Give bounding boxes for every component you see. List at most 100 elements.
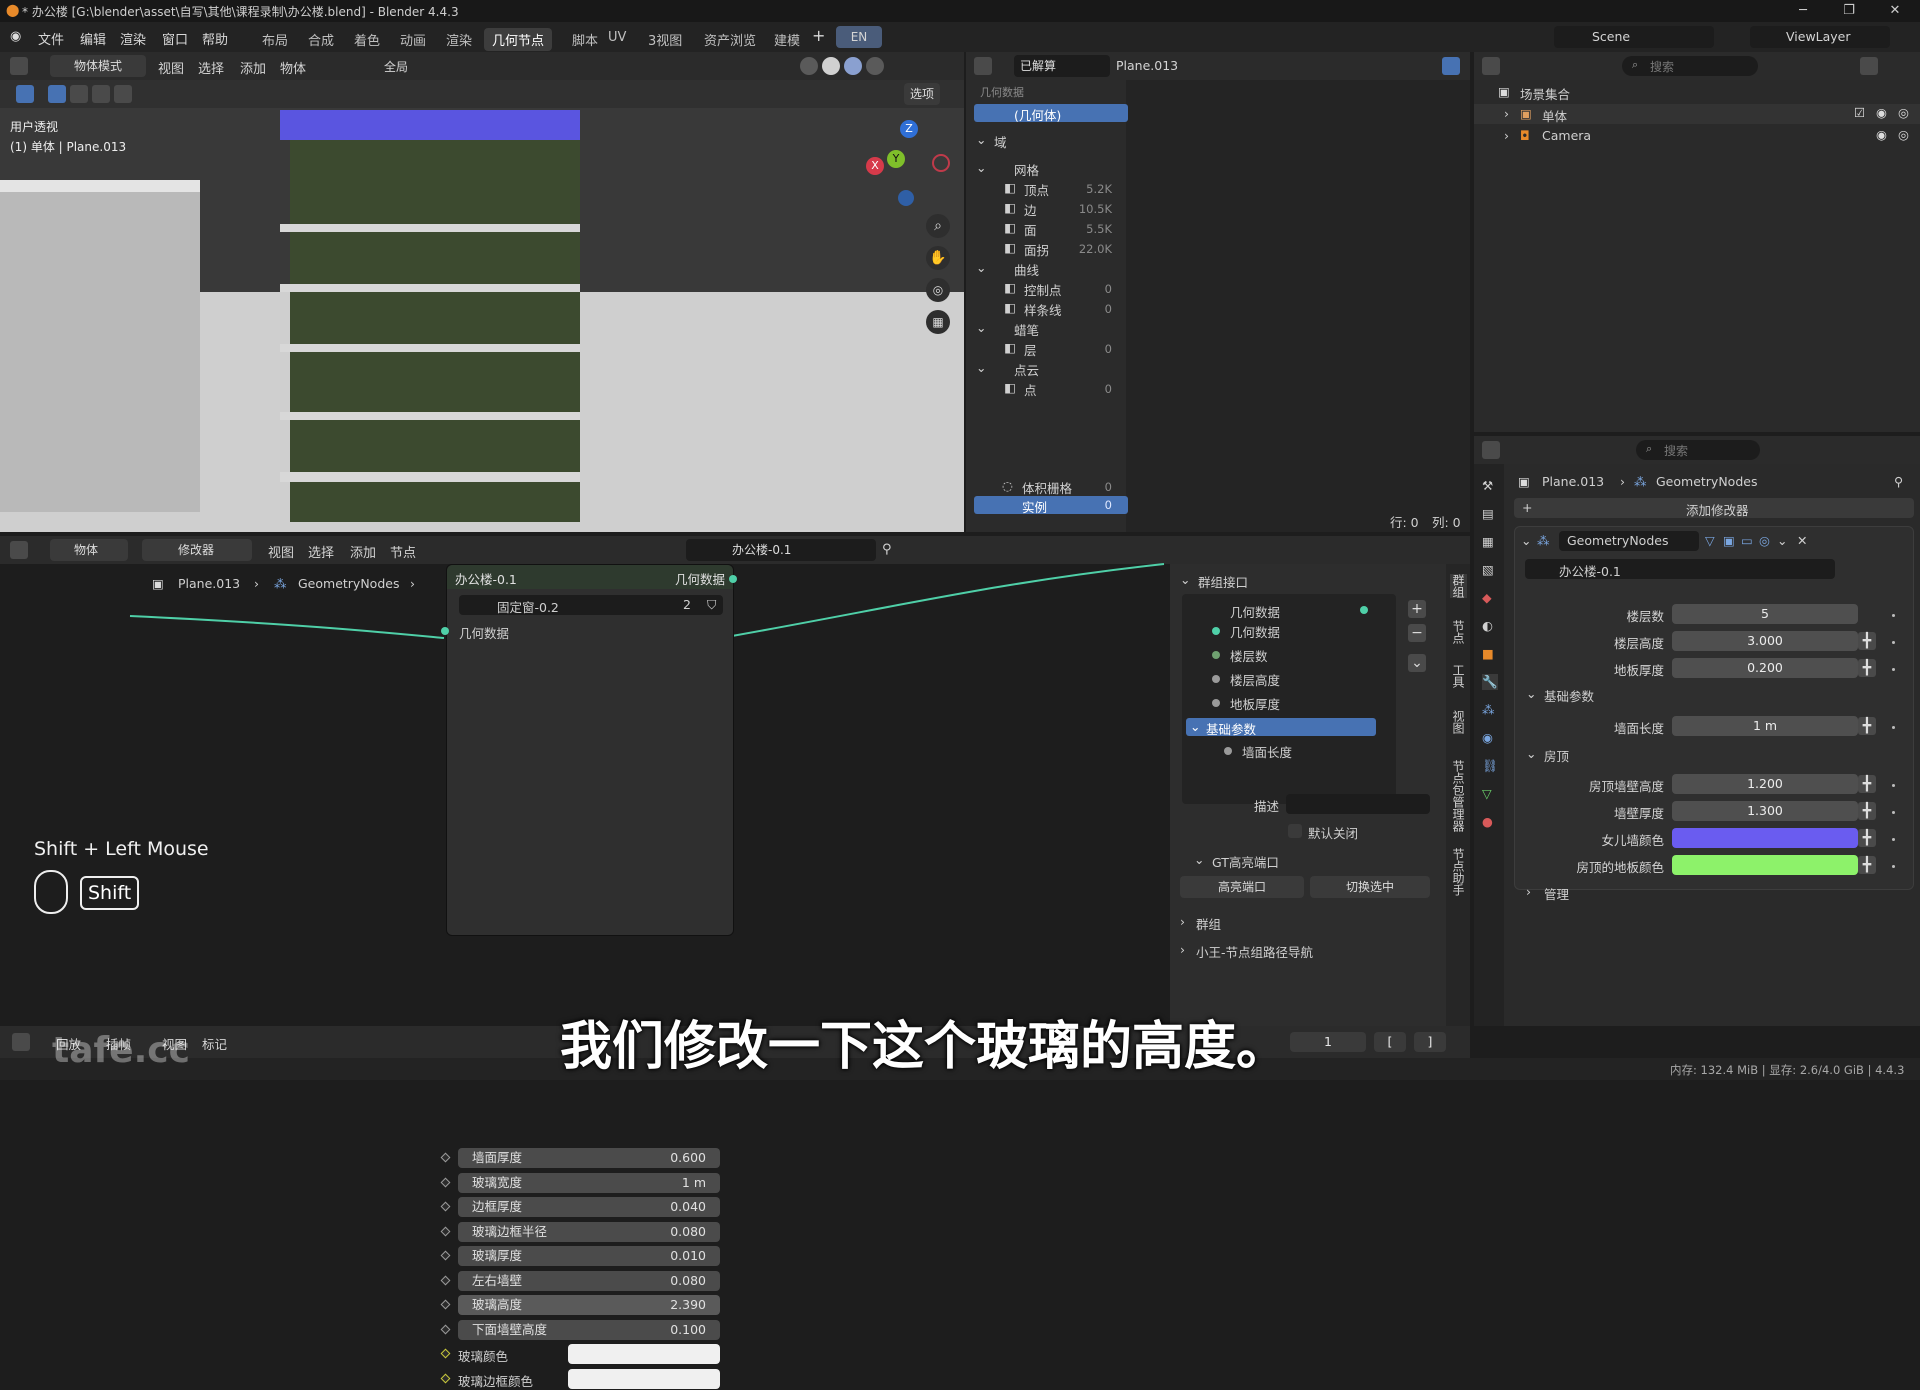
pan-hand-icon[interactable]: ✋ [926, 246, 950, 270]
tab-rendering[interactable]: 渲染 [438, 28, 480, 51]
select-tool-icon[interactable] [16, 85, 34, 103]
roof-panel-chevron-icon[interactable]: ⌄ [1526, 746, 1536, 761]
spreadsheet-editor-icon[interactable] [974, 57, 992, 75]
float-input-socket[interactable] [440, 1226, 451, 1236]
eye-icon[interactable]: ◉ [1876, 105, 1887, 120]
instance-item-selected[interactable]: 实例 0 [974, 496, 1128, 515]
gizmo-z-axis[interactable]: Z [900, 120, 918, 138]
floors-field[interactable]: 5 [1672, 604, 1858, 624]
remove-modifier-icon[interactable]: ✕ [1797, 533, 1807, 548]
mode-selector[interactable]: 物体模式 [50, 55, 146, 77]
highlight-port-button[interactable]: 高亮端口 [1180, 876, 1304, 898]
domain-element-label[interactable]: 样条线 [1024, 300, 1062, 319]
vp-menu-object[interactable]: 物体 [280, 58, 306, 77]
tl-menu-marker[interactable]: 标记 [202, 1034, 227, 1053]
outliner-item-camera[interactable]: › ◘ Camera ◉ ◎ [1474, 126, 1920, 146]
domain-element-label[interactable]: 边 [1024, 200, 1037, 219]
interface-item-input[interactable]: 几何数据 [1230, 622, 1280, 641]
floor-thickness-field[interactable]: 0.200 [1672, 658, 1858, 678]
shading-rendered-icon[interactable] [866, 57, 884, 75]
group-chevron-icon[interactable]: ⌄ [976, 260, 986, 275]
world-tab-icon[interactable]: ◐ [1482, 618, 1493, 633]
camera-view-icon[interactable]: ◎ [926, 278, 950, 302]
domain-element-label[interactable]: 层 [1024, 340, 1037, 359]
keyframe-dot[interactable] [1892, 614, 1895, 617]
tab-asset-browser[interactable]: 资产浏览 [696, 28, 764, 51]
geometry-item-selected[interactable]: (几何体) [974, 104, 1128, 123]
scene-selector[interactable]: Scene [1554, 26, 1714, 48]
keyframe-dot[interactable] [1892, 784, 1895, 787]
attribute-toggle-icon[interactable]: ╋ [1858, 802, 1876, 820]
filter-icon[interactable] [1442, 57, 1460, 75]
vp-menu-add[interactable]: 添加 [240, 58, 266, 77]
tab-compositing[interactable]: 合成 [300, 28, 342, 51]
options-dropdown[interactable]: 选项 [904, 83, 941, 105]
float-input-socket[interactable] [440, 1201, 451, 1212]
data-tab-icon[interactable]: ▽ [1482, 786, 1492, 801]
scene-tab-icon[interactable]: ◆ [1482, 590, 1492, 605]
outliner-filter-icon[interactable] [1860, 57, 1878, 75]
attribute-toggle-icon[interactable]: ╋ [1858, 775, 1876, 793]
subgroup-selector[interactable]: 固定窗-0.2 2 ⛉ [459, 595, 723, 615]
float-input-socket[interactable] [440, 1177, 451, 1187]
domain-element-label[interactable]: 控制点 [1024, 280, 1062, 299]
editor-type-icon[interactable] [10, 57, 28, 75]
remove-socket-button[interactable]: − [1408, 624, 1426, 642]
add-workspace-icon[interactable]: + [812, 26, 825, 45]
domain-group-label[interactable]: 曲线 [1014, 260, 1039, 279]
vp-menu-view[interactable]: 视图 [158, 58, 184, 77]
edit-mode-toggle-icon[interactable]: ▽ [1705, 533, 1715, 548]
tab-uv[interactable]: UV [600, 28, 634, 47]
domain-element-label[interactable]: 面 [1024, 220, 1037, 239]
maximize-button[interactable]: ❐ [1826, 0, 1872, 22]
tab-3view[interactable]: 3视图 [640, 28, 690, 51]
group-chevron-icon[interactable]: ⌄ [976, 320, 986, 335]
side-tab-tool[interactable]: 工具 [1450, 664, 1467, 688]
orientation-selector[interactable]: 全局 [384, 58, 408, 75]
node-input-field[interactable]: 左右墙壁 0.080 [458, 1270, 720, 1291]
render-camera-icon[interactable]: ◎ [1898, 127, 1909, 142]
render-toggle-icon[interactable]: ◎ [1759, 533, 1770, 548]
side-tab-view[interactable]: 视图 [1450, 710, 1467, 734]
shading-solid-icon[interactable] [822, 57, 840, 75]
keyframe-dot[interactable] [1892, 865, 1895, 868]
gizmo-y-axis[interactable]: Y [887, 150, 905, 168]
properties-editor-icon[interactable] [1482, 441, 1500, 459]
viewlayer-selector[interactable]: ViewLayer [1750, 26, 1890, 48]
float-input-socket[interactable] [440, 1324, 451, 1334]
interface-item-floor-thickness[interactable]: 地板厚度 [1230, 694, 1280, 713]
viewport-3d[interactable]: 物体模式 视图 选择 添加 物体 全局 选项 用户透视 (1) 单体 | Pla… [0, 52, 964, 532]
constraints-tab-icon[interactable]: ⛓ [1482, 758, 1498, 774]
eye-icon[interactable]: ◉ [1876, 127, 1887, 142]
tab-modeling[interactable]: 建模 [766, 28, 808, 51]
attribute-toggle-icon[interactable]: ╋ [1858, 632, 1876, 650]
select-intersect-icon[interactable] [114, 85, 132, 103]
interface-menu-button[interactable]: ⌄ [1408, 654, 1426, 672]
interface-item-floors[interactable]: 楼层数 [1230, 646, 1268, 665]
add-socket-button[interactable]: + [1408, 600, 1426, 618]
domain-element-label[interactable]: 面拐 [1024, 240, 1049, 259]
expand-chevron-icon[interactable]: › [1504, 128, 1509, 143]
side-tab-node[interactable]: 节点 [1450, 620, 1467, 644]
keyframe-prev-button[interactable]: [ [1374, 1032, 1406, 1052]
gizmo-x-axis[interactable]: X [866, 157, 884, 175]
current-frame-field[interactable]: 1 [1290, 1032, 1366, 1052]
keyframe-dot[interactable] [1892, 668, 1895, 671]
attribute-toggle-icon[interactable]: ╋ [1858, 829, 1876, 847]
outliner-editor-icon[interactable] [1482, 57, 1500, 75]
menu-file[interactable]: 文件 [38, 29, 64, 48]
side-tab-node-manager[interactable]: 节点包管理器 [1450, 760, 1467, 832]
output-tab-icon[interactable]: ▦ [1482, 534, 1494, 549]
view-layer-tab-icon[interactable]: ▧ [1482, 562, 1494, 577]
node-input-field[interactable]: 下面墙壁高度 0.100 [458, 1319, 720, 1340]
node-input-field[interactable]: 边框厚度 0.040 [458, 1197, 720, 1217]
manage-chevron-icon[interactable]: › [1526, 884, 1531, 899]
modifier-name-field[interactable]: GeometryNodes [1559, 531, 1699, 551]
modifier-menu-icon[interactable]: ⌄ [1777, 533, 1787, 548]
roof-floor-color-swatch[interactable] [1672, 855, 1858, 875]
gizmo-neg-z[interactable] [898, 190, 914, 206]
interface-item-wall-length[interactable]: 墙面长度 [1242, 742, 1292, 761]
geometry-output-socket[interactable] [729, 575, 737, 583]
color-input-socket[interactable] [440, 1348, 451, 1359]
float-input-socket[interactable] [440, 1299, 451, 1310]
